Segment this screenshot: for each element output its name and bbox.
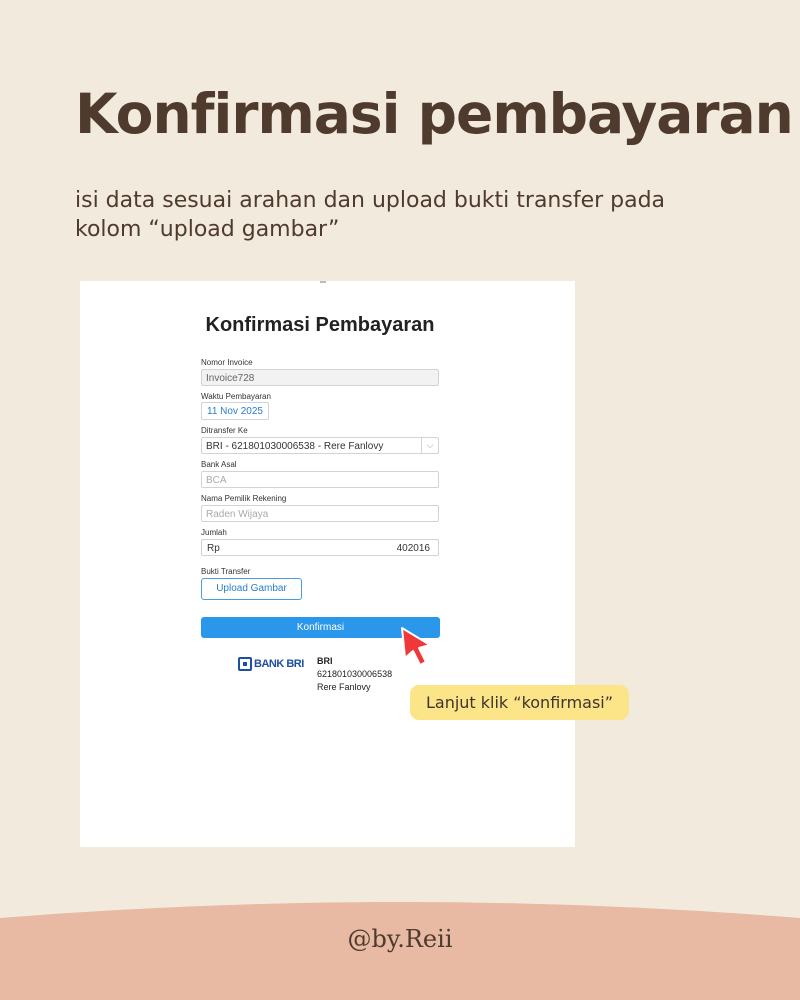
account-holder-field[interactable]: Raden Wijaya [201,505,439,522]
form-title: Konfirmasi Pembayaran [205,314,435,336]
cursor-arrow-icon [401,627,431,666]
account-holder-placeholder: Raden Wijaya [206,509,269,520]
source-bank-label: Bank Asal [201,460,237,469]
callout-label: Lanjut klik “konfirmasi” [410,685,629,720]
amount-value: 402016 [396,543,430,554]
author-handle: @by.Reii [347,925,453,953]
amount-field[interactable]: Rp 402016 [201,539,439,556]
bank-info: BRI 621801030006538 Rere Fanlovy [317,655,392,694]
proof-label: Bukti Transfer [201,567,251,576]
bri-logo-icon [238,657,252,671]
bri-logo-text: BANK BRI [254,658,304,670]
invoice-field: Invoice728 [201,369,439,386]
divider [320,281,326,283]
currency-prefix: Rp [207,543,220,554]
bank-account-number: 621801030006538 [317,669,393,679]
transfer-to-value: BRI - 621801030006538 - Rere Fanlovy [206,441,384,452]
slide-subtitle: isi data sesuai arahan dan upload bukti … [75,188,666,242]
account-holder-label: Nama Pemilik Rekening [201,494,287,503]
bri-logo: BANK BRI [238,656,304,672]
bank-account-name: Rere Fanlovy [317,682,371,692]
invoice-label: Nomor Invoice [201,358,253,367]
source-bank-field[interactable]: BCA [201,471,439,488]
bank-name: BRI [317,656,333,666]
source-bank-placeholder: BCA [206,475,227,486]
screenshot-card: Konfirmasi Pembayaran Nomor Invoice Invo… [80,281,575,847]
payment-time-label: Waktu Pembayaran [201,392,271,401]
upload-image-button[interactable]: Upload Gambar [201,578,302,600]
slide-title: Konfirmasi pembayaran [75,82,794,146]
chevron-down-icon[interactable]: ⌵ [421,438,438,453]
transfer-to-select[interactable]: BRI - 621801030006538 - Rere Fanlovy ⌵ [201,437,439,454]
amount-label: Jumlah [201,528,227,537]
transfer-to-label: Ditransfer Ke [201,426,248,435]
payment-date-picker[interactable]: 11 Nov 2025 [201,402,269,420]
